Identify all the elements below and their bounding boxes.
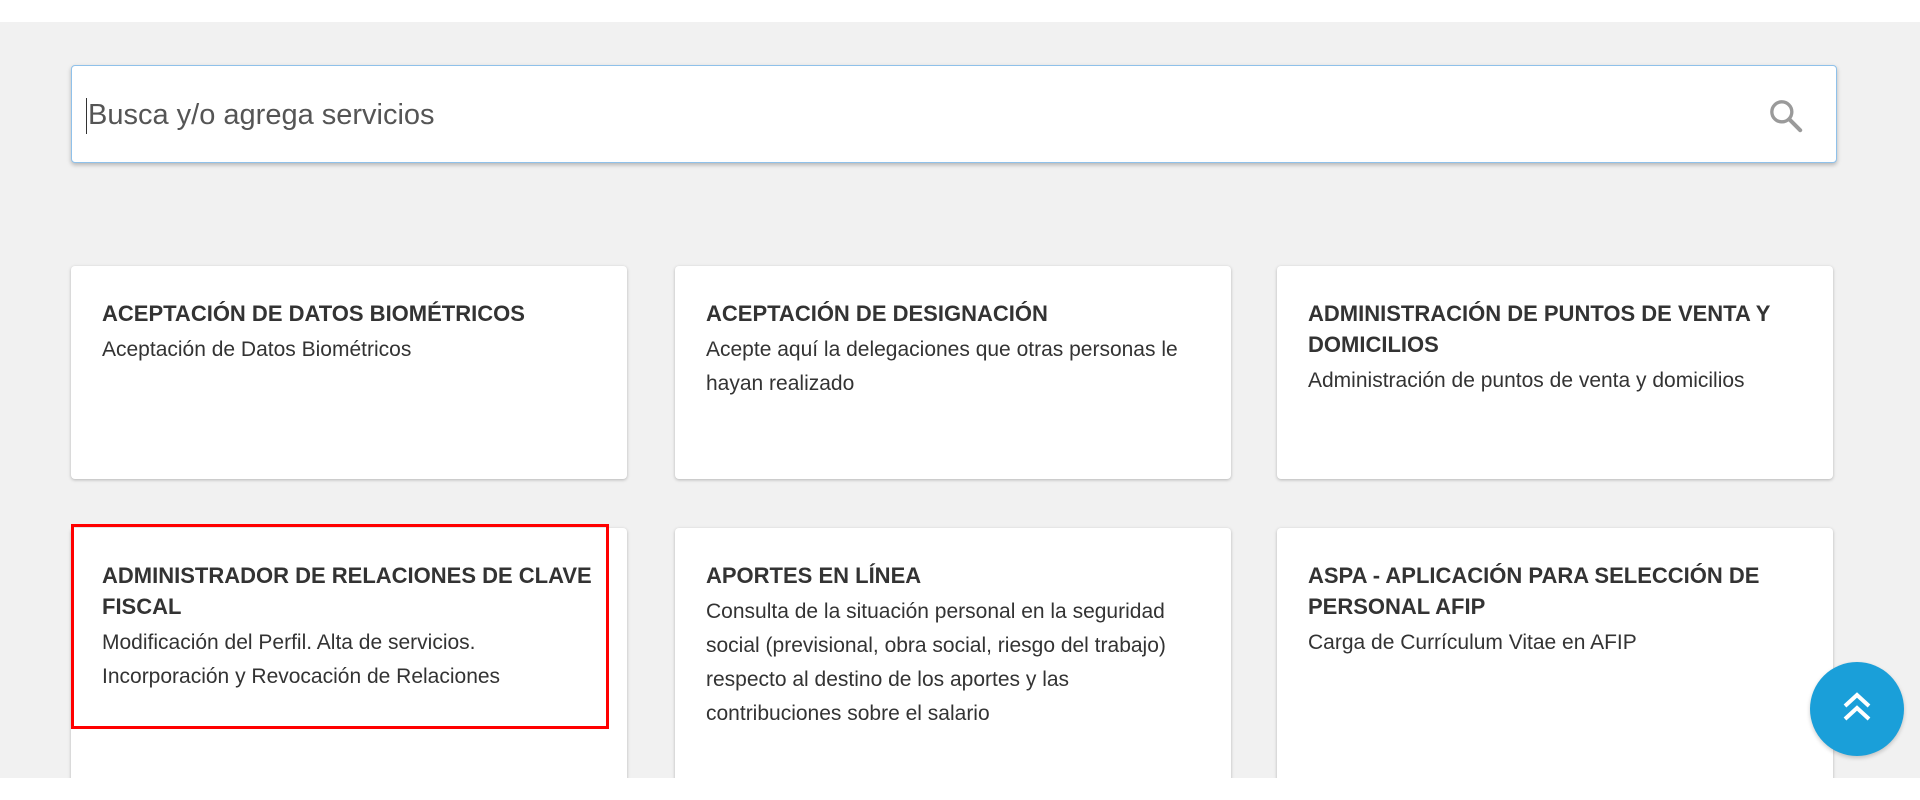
card-description: Administración de puntos de venta y domi… bbox=[1308, 369, 1745, 392]
card-title: APORTES EN LÍNEA bbox=[706, 563, 922, 588]
card-title: ADMINISTRADOR DE RELACIONES DE CLAVE FIS… bbox=[102, 563, 592, 619]
card-description: Modificación del Perfil. Alta de servici… bbox=[102, 631, 501, 688]
service-card-aportes-en-linea[interactable]: APORTES EN LÍNEA Consulta de la situació… bbox=[675, 528, 1231, 788]
double-chevron-up-icon bbox=[1843, 692, 1871, 721]
card-title: ACEPTACIÓN DE DATOS BIOMÉTRICOS bbox=[102, 301, 525, 326]
card-title: ADMINISTRACIÓN DE PUNTOS DE VENTA Y DOMI… bbox=[1308, 301, 1771, 357]
service-card-relaciones-clave-fiscal[interactable]: ADMINISTRADOR DE RELACIONES DE CLAVE FIS… bbox=[71, 528, 627, 788]
service-card-puntos-de-venta[interactable]: ADMINISTRACIÓN DE PUNTOS DE VENTA Y DOMI… bbox=[1277, 266, 1833, 479]
search-input[interactable] bbox=[86, 66, 1740, 164]
card-title: ACEPTACIÓN DE DESIGNACIÓN bbox=[706, 301, 1048, 326]
card-title: ASPA - APLICACIÓN PARA SELECCIÓN DE PERS… bbox=[1308, 563, 1760, 619]
search-bar[interactable] bbox=[71, 65, 1837, 164]
service-card-aspa[interactable]: ASPA - APLICACIÓN PARA SELECCIÓN DE PERS… bbox=[1277, 528, 1833, 788]
text-caret bbox=[86, 98, 87, 134]
search-icon[interactable] bbox=[1766, 96, 1806, 136]
card-description: Carga de Currículum Vitae en AFIP bbox=[1308, 631, 1637, 654]
scroll-to-top-button[interactable] bbox=[1810, 662, 1904, 756]
card-description: Aceptación de Datos Biométricos bbox=[102, 338, 412, 361]
service-card-designacion[interactable]: ACEPTACIÓN DE DESIGNACIÓN Acepte aquí la… bbox=[675, 266, 1231, 479]
card-description: Consulta de la situación personal en la … bbox=[706, 600, 1166, 725]
bottom-strip bbox=[0, 778, 1920, 800]
service-card-datos-biometricos[interactable]: ACEPTACIÓN DE DATOS BIOMÉTRICOS Aceptaci… bbox=[71, 266, 627, 479]
card-description: Acepte aquí la delegaciones que otras pe… bbox=[706, 338, 1178, 395]
